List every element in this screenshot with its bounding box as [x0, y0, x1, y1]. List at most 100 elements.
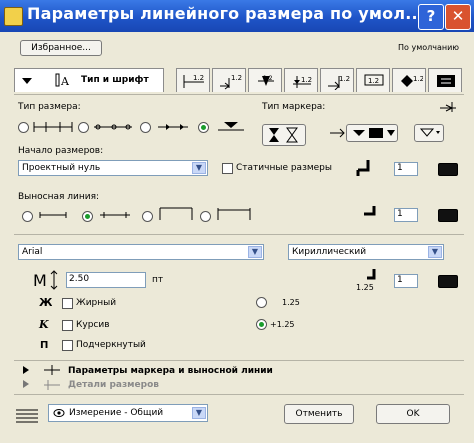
dimension-start-select[interactable]: Проектный нуль ▼: [18, 160, 208, 176]
extension-line-2-icon: [100, 212, 130, 218]
favorites-button[interactable]: Избранное...: [20, 40, 102, 56]
font-family-value: Arial: [22, 247, 43, 257]
layer-select[interactable]: Измерение - Общий ▼: [48, 404, 208, 422]
text-style-icon: A: [55, 73, 70, 88]
font-size-icon: M: [33, 270, 58, 290]
divider: [14, 234, 464, 235]
dimension-type-radio-4[interactable]: [198, 122, 209, 133]
extension-line-radio-1[interactable]: [22, 211, 33, 222]
option-b-radio[interactable]: [256, 319, 267, 330]
font-pen-icon: [367, 269, 376, 280]
dialog-window: Параметры линейного размера по умол... ?…: [0, 0, 474, 443]
marker-variant-picker[interactable]: [414, 124, 444, 142]
static-dimensions-checkbox[interactable]: [222, 163, 233, 174]
marker-hourglass-icon: [269, 127, 298, 143]
bold-checkbox[interactable]: [62, 298, 73, 309]
tab-dimension-2[interactable]: 1.2: [212, 68, 246, 92]
marker-style-toggle[interactable]: [262, 124, 306, 146]
layers-icon: [16, 409, 38, 423]
font-charset-value: Кириллический: [292, 247, 367, 257]
cancel-button[interactable]: Отменить: [284, 404, 354, 424]
dimension-start-value: Проектный нуль: [22, 163, 101, 173]
static-dimensions-label: Статичные размеры: [236, 163, 332, 173]
tab-icon-label: 1.2: [339, 75, 350, 83]
extension-line-3-icon: [159, 207, 193, 220]
tab-icon-label: 1.2: [193, 74, 204, 82]
marker-type-label: Тип маркера:: [262, 102, 326, 112]
extension-pen-icon: [364, 206, 376, 216]
help-button[interactable]: ?: [418, 4, 444, 30]
tab-dimension-7[interactable]: 1.2: [392, 68, 426, 92]
triangle-right-icon: [23, 366, 29, 374]
dimension-start-color[interactable]: [438, 163, 458, 176]
chevron-down-icon: ▼: [248, 246, 262, 258]
font-size-input[interactable]: 2.50: [66, 272, 146, 288]
svg-text:K: K: [38, 318, 49, 330]
tab-icon-label: 1.2: [368, 77, 379, 85]
font-pen[interactable]: 1: [394, 274, 418, 288]
tab-dimension-5[interactable]: 1.2: [320, 68, 354, 92]
triangle-down-icon: [22, 78, 32, 84]
tab-dimension-6[interactable]: 1.2: [356, 68, 390, 92]
extension-line-pen[interactable]: 1: [394, 208, 418, 222]
extension-line-radio-2[interactable]: [82, 211, 93, 222]
extension-line-4-icon: [217, 208, 251, 220]
marker-section-toggle[interactable]: Параметры маркера и выносной линии: [68, 366, 273, 376]
triangle-right-icon: [23, 380, 29, 388]
option-a-radio[interactable]: [256, 297, 267, 308]
tab-dimension-1[interactable]: 1.2: [176, 68, 210, 92]
dimension-arrow-icon: 1.2: [220, 74, 242, 90]
default-label: По умолчанию: [398, 43, 460, 52]
dimension-type-1-icon: [33, 122, 73, 132]
close-button[interactable]: ✕: [445, 4, 471, 30]
marker-picker[interactable]: [346, 124, 398, 142]
tab-icon-label: 1.2: [413, 75, 423, 83]
marker-arrow-icon: [330, 128, 345, 138]
italic-icon: K: [38, 318, 49, 330]
tab-dimension-4[interactable]: 1.2: [284, 68, 318, 92]
title-bar: Параметры линейного размера по умол... ?…: [0, 0, 474, 32]
dimension-start-pen[interactable]: 1: [394, 162, 418, 176]
tab-icon-label: 1.2: [301, 76, 312, 84]
dimension-diamond-icon: 1.2: [401, 75, 423, 87]
font-color[interactable]: [438, 275, 458, 288]
marker-preview-icon: [440, 102, 456, 112]
tab-icon-label: 1.2: [231, 74, 242, 82]
extension-line-radio-3[interactable]: [142, 211, 153, 222]
option-a-label: 1.25: [282, 298, 300, 307]
dimension-marker-icon: 1.2: [258, 75, 274, 86]
underline-icon: П: [40, 340, 48, 351]
font-pen-label: 1.25: [356, 283, 374, 292]
divider: [14, 394, 464, 395]
svg-text:M: M: [33, 271, 47, 290]
italic-checkbox[interactable]: [62, 320, 73, 331]
dimension-type-radio-1[interactable]: [18, 122, 29, 133]
ok-button[interactable]: OK: [376, 404, 450, 424]
bold-icon: Ж: [39, 296, 52, 308]
pen-icon: [356, 160, 370, 176]
tab-dimension-3[interactable]: 1.2: [248, 68, 282, 92]
dimension-type-radio-2[interactable]: [78, 122, 89, 133]
tab-type-and-font[interactable]: A Тип и шрифт: [14, 68, 164, 92]
layer-value: Измерение - Общий: [69, 408, 164, 418]
dimension-type-radio-3[interactable]: [140, 122, 151, 133]
dimension-type-3-icon: [158, 124, 188, 130]
dimension-type-2-icon: [94, 124, 132, 130]
extension-line-radio-4[interactable]: [200, 211, 211, 222]
details-section-toggle[interactable]: Детали размеров: [68, 380, 159, 390]
underline-checkbox[interactable]: [62, 340, 73, 351]
dimension-tick-icon: 1.2: [328, 75, 350, 90]
divider: [14, 360, 464, 361]
svg-text:Ж: Ж: [39, 296, 52, 308]
tab-preview[interactable]: [428, 68, 462, 92]
font-size-unit: пт: [152, 275, 164, 285]
bold-label: Жирный: [76, 298, 117, 308]
font-charset-select[interactable]: Кириллический ▼: [288, 244, 444, 260]
app-icon: [4, 7, 23, 26]
chevron-down-icon: ▼: [192, 407, 206, 419]
font-family-select[interactable]: Arial ▼: [18, 244, 264, 260]
marker-section-icon: [44, 365, 60, 375]
tab-strip: A Тип и шрифт 1.2 1.2 1.2 1.2 1.2 1.2 1.…: [14, 68, 464, 94]
underline-label: Подчеркнутый: [76, 340, 146, 350]
extension-line-color[interactable]: [438, 209, 458, 222]
